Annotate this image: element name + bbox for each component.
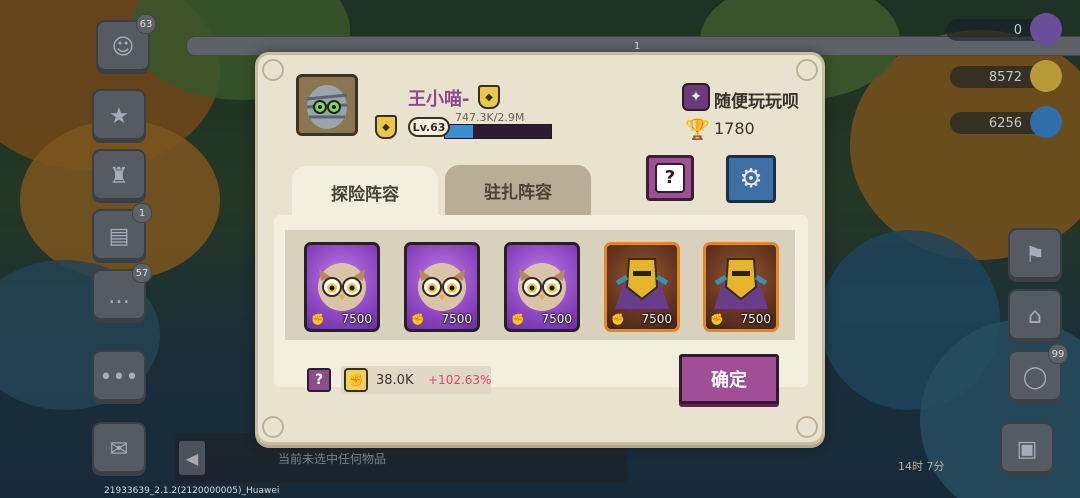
warrior-hero-icon (615, 258, 669, 309)
fist-power-icon: ✊ (344, 368, 368, 392)
guild-name: 随便玩玩呗 (714, 92, 799, 112)
hero-power: 7500 (341, 312, 372, 326)
tab-adventure-lineup[interactable]: 探险阵容 (292, 166, 438, 218)
hero-card[interactable]: ✊ 7500 (604, 242, 680, 332)
banner-icon: ⚑ (1025, 242, 1045, 268)
owl-hero-icon (318, 263, 366, 311)
gift-button[interactable]: ⌂ (1008, 289, 1062, 343)
book-icon: ▤ (108, 223, 130, 249)
map-menu-button[interactable]: ✉ (92, 422, 146, 476)
player-level: Lv.63 (408, 117, 450, 137)
player-name: 王小喵- (408, 89, 470, 110)
team-power-delta: +102.63% (428, 373, 492, 387)
fist-icon: ✊ (511, 313, 525, 326)
confirm-button[interactable]: 确定 (679, 354, 779, 404)
power-help-button[interactable]: ? (307, 368, 331, 392)
xp-text: 747.3K/2.9M (455, 111, 525, 124)
quest-button[interactable]: ⚑ (1008, 228, 1062, 282)
help-button[interactable]: ? (646, 155, 694, 201)
egg-icon: ◯ (1022, 364, 1048, 390)
gear-icon: ⚙ (739, 164, 763, 194)
mummy-avatar-icon (299, 77, 355, 133)
crystal-icon (1030, 106, 1062, 138)
more-icon: ••• (99, 364, 139, 390)
more-menu-button[interactable]: ••• (92, 350, 146, 404)
fist-icon: ✊ (411, 313, 425, 326)
notification-badge: 99 (1048, 344, 1068, 364)
resource-bar-crystal: 6256 (950, 106, 1062, 138)
egg-timer: 14时 7分 (898, 460, 945, 473)
version-label: 21933639_2.1.2(2120000005)_Huawei (104, 486, 280, 496)
hero-card[interactable]: ✊ 7500 (404, 242, 480, 332)
hero-power: 7500 (441, 312, 472, 326)
vip-shield-icon: ◆ (478, 85, 500, 109)
hero-power: 7500 (541, 312, 572, 326)
owl-hero-icon (518, 263, 566, 311)
gem-icon (1030, 13, 1062, 45)
hero-power: 7500 (641, 312, 672, 326)
helmet-icon: ♜ (109, 163, 129, 189)
resource-bar-gems: 0 (946, 13, 1062, 45)
team-power-value: 38.0K (376, 373, 414, 388)
resource-bar-gold: 8572 (950, 60, 1062, 92)
chest-button[interactable]: ▣ (1000, 422, 1054, 476)
panel-ornament (796, 59, 818, 81)
panel-ornament (262, 416, 284, 438)
hero-menu-button[interactable]: ☺ 63 (96, 14, 156, 74)
fist-icon: ✊ (311, 313, 325, 326)
guild-emblem-icon: ✦ (682, 83, 710, 111)
mummy-icon: ☺ (111, 34, 135, 60)
fist-icon: ✊ (710, 313, 724, 326)
question-icon: ? (655, 163, 685, 193)
chest-icon: ▣ (1016, 436, 1038, 462)
trophy-count: 1780 (714, 119, 755, 138)
star-menu-button[interactable]: ★ (92, 89, 146, 143)
fist-icon: ✊ (611, 313, 625, 326)
star-icon: ★ (109, 103, 129, 129)
notification-badge: 1 (132, 203, 152, 223)
egg-button[interactable]: ◯ 99 (1008, 344, 1068, 404)
xp-progress-bar (444, 124, 552, 139)
coin-icon (1030, 60, 1062, 92)
rank-shield-icon: ◆ (375, 115, 397, 139)
hero-card[interactable]: ✊ 7500 (304, 242, 380, 332)
book-menu-button[interactable]: ▤ 1 (92, 203, 152, 263)
map-icon: ✉ (109, 436, 129, 462)
warrior-hero-icon (714, 258, 768, 309)
settings-button[interactable]: ⚙ (726, 155, 776, 203)
left-arrow-button[interactable]: ◀ (179, 441, 205, 475)
inventory-hint: 当前未选中任何物品 (278, 452, 387, 466)
trophy-icon: 🏆 (685, 117, 710, 141)
owl-hero-icon (418, 263, 466, 311)
notification-badge: 57 (132, 263, 152, 283)
hero-card[interactable]: ✊ 7500 (703, 242, 779, 332)
tab-garrison-lineup[interactable]: 驻扎阵容 (445, 165, 591, 215)
helmet-menu-button[interactable]: ♜ (92, 149, 146, 203)
chat-icon: … (108, 283, 130, 309)
hero-card[interactable]: ✊ 7500 (504, 242, 580, 332)
notification-badge: 63 (136, 14, 156, 34)
panel-ornament (796, 416, 818, 438)
hero-power: 7500 (740, 312, 771, 326)
chat-menu-button[interactable]: … 57 (92, 263, 152, 323)
team-lineup-panel: ◆ 王小喵- ◆ Lv.63 747.3K/2.9M ✦ 随便玩玩呗 🏆 178… (255, 52, 825, 445)
gift-icon: ⌂ (1028, 303, 1042, 329)
avatar[interactable] (296, 74, 358, 136)
panel-ornament (262, 59, 284, 81)
